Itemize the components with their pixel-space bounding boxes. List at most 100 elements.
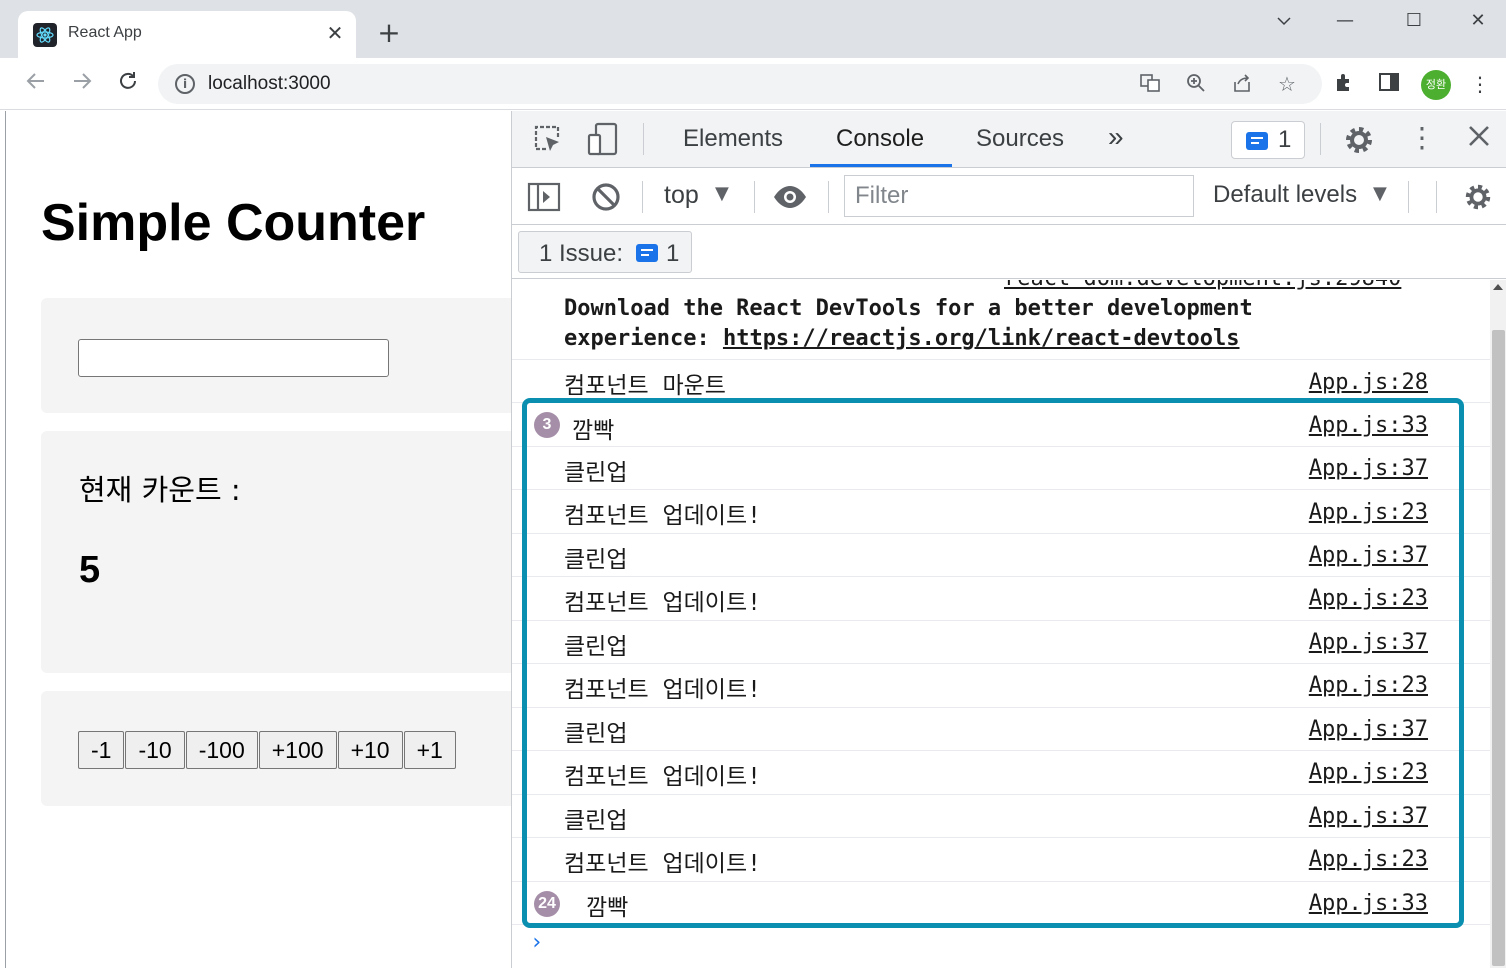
more-options-icon[interactable]: ⋮ [1408,121,1436,154]
profile-avatar[interactable]: 정환 [1421,70,1451,100]
extensions-icon[interactable] [1331,71,1357,97]
console-toolbar: top ▼ Filter Default levels ▼ [512,169,1506,225]
console-prompt[interactable]: › [530,930,543,955]
issues-count: 1 [1278,126,1292,153]
issues-counter-button[interactable]: 1 [1231,121,1305,159]
minimize-button[interactable]: — [1325,8,1365,34]
window-close-button[interactable]: ✕ [1458,8,1498,34]
scroll-up-arrow-icon[interactable] [1493,284,1503,290]
tab-close-icon[interactable]: ✕ [323,21,347,45]
plus-1-button[interactable]: +1 [403,731,456,769]
more-tabs-button[interactable]: » [1108,121,1124,153]
issues-button[interactable]: 1 Issue: 1 [518,231,692,273]
levels-caret-icon[interactable]: ▼ [1373,183,1387,204]
react-devtools-message: Download the React DevTools for a better… [564,294,1253,354]
count-value: 5 [79,549,101,591]
clear-console-icon[interactable] [588,179,624,219]
address-bar[interactable]: i localhost:3000 ☆ [158,64,1322,104]
console-row: 컴포넌트 마운트 App.js:28 [512,359,1490,402]
new-tab-button[interactable]: + [374,19,404,47]
log-message: 깜빡 [572,418,615,444]
scrollbar-thumb[interactable] [1492,330,1505,966]
zoom-icon[interactable] [1184,72,1208,96]
site-info-icon[interactable]: i [175,74,195,94]
tab-strip: React App ✕ + — ☐ ✕ [0,0,1506,58]
side-panel-icon[interactable] [1376,71,1402,97]
react-favicon-icon [33,23,57,47]
log-levels-dropdown[interactable]: Default levels [1213,181,1357,209]
log-source-link[interactable]: App.js:37 [1309,456,1428,481]
message-icon [636,244,658,262]
minus-100-button[interactable]: -100 [185,731,258,769]
url-text: localhost:3000 [208,73,331,94]
console-output: react-dom.development.js:29840 Download … [512,280,1490,968]
log-message: 컴포넌트 업데이트! [564,677,761,703]
log-source-link[interactable]: App.js:23 [1309,586,1428,611]
log-source-link[interactable]: App.js:33 [1309,413,1428,438]
count-label: 현재 카운트 : [79,473,241,507]
live-expression-eye-icon[interactable] [772,179,808,219]
log-source-link[interactable]: App.js:23 [1309,847,1428,872]
message-prefix: experience: [564,326,723,351]
toolbar-divider [828,181,829,213]
log-message: 컴포넌트 업데이트! [564,590,761,616]
tab-search-icon[interactable] [1264,8,1304,34]
device-toolbar-icon[interactable] [586,121,622,161]
sidebar-toggle-icon[interactable] [526,179,562,219]
devtools-tab-bar: Elements Console Sources » 1 ⋮ [512,111,1506,168]
console-settings-icon[interactable] [1462,181,1494,217]
repeat-count-badge: 24 [534,891,560,917]
active-tab-indicator [810,164,952,167]
source-link[interactable]: react-dom.development.js:29840 [1004,280,1401,291]
plus-10-button[interactable]: +10 [337,731,403,769]
page-viewport: Simple Counter 현재 카운트 : 5 -1 -10 -100 +1… [5,111,511,968]
log-message: 깜빡 [586,895,629,921]
count-panel: 현재 카운트 : 5 [41,431,511,673]
reload-icon[interactable] [114,70,142,98]
text-input[interactable] [78,339,389,377]
context-selector[interactable]: top [664,181,699,210]
settings-gear-icon[interactable] [1342,123,1376,161]
log-message: 클린업 [564,460,628,486]
toolbar-divider [1320,123,1321,155]
console-row: 클린업 App.js:37 [512,620,1490,663]
log-source-link[interactable]: App.js:37 [1309,717,1428,742]
dropdown-caret-icon[interactable]: ▼ [715,183,729,204]
close-devtools-icon[interactable] [1464,121,1494,155]
log-source-link[interactable]: App.js:33 [1309,891,1428,916]
tab-title: React App [68,24,142,41]
inspect-element-icon[interactable] [532,123,564,159]
console-scrollbar[interactable] [1490,280,1506,968]
issue-label: 1 Issue: [539,240,624,267]
log-source-link[interactable]: App.js:23 [1309,760,1428,785]
back-icon[interactable] [22,70,50,98]
browser-tab[interactable]: React App ✕ [18,11,356,58]
console-row: 컴포넌트 업데이트! App.js:23 [512,837,1490,881]
bookmark-star-icon[interactable]: ☆ [1275,72,1299,96]
log-source-link[interactable]: App.js:28 [1309,370,1428,395]
log-source-link[interactable]: App.js:23 [1309,673,1428,698]
forward-icon[interactable] [68,70,96,98]
toolbar-divider [642,181,643,213]
browser-toolbar: i localhost:3000 ☆ 정환 ⋮ [0,58,1506,110]
filter-input[interactable]: Filter [844,175,1194,217]
react-devtools-link[interactable]: https://reactjs.org/link/react-devtools [723,326,1240,351]
console-row: 컴포넌트 업데이트! App.js:23 [512,576,1490,620]
log-source-link[interactable]: App.js:37 [1309,804,1428,829]
maximize-button[interactable]: ☐ [1394,8,1434,34]
share-icon[interactable] [1230,72,1254,96]
plus-100-button[interactable]: +100 [258,731,337,769]
log-source-link[interactable]: App.js:23 [1309,500,1428,525]
minus-1-button[interactable]: -1 [78,731,125,769]
tab-sources[interactable]: Sources [976,125,1064,153]
menu-kebab-icon[interactable]: ⋮ [1467,71,1493,97]
log-source-link[interactable]: App.js:37 [1309,543,1428,568]
tab-elements[interactable]: Elements [683,125,783,153]
translate-icon[interactable] [1138,72,1162,96]
issues-bar: 1 Issue: 1 [512,225,1506,279]
log-message: 클린업 [564,547,628,573]
minus-10-button[interactable]: -10 [125,731,185,769]
tab-console[interactable]: Console [836,125,924,153]
log-message: 컴포넌트 업데이트! [564,764,761,790]
log-source-link[interactable]: App.js:37 [1309,630,1428,655]
